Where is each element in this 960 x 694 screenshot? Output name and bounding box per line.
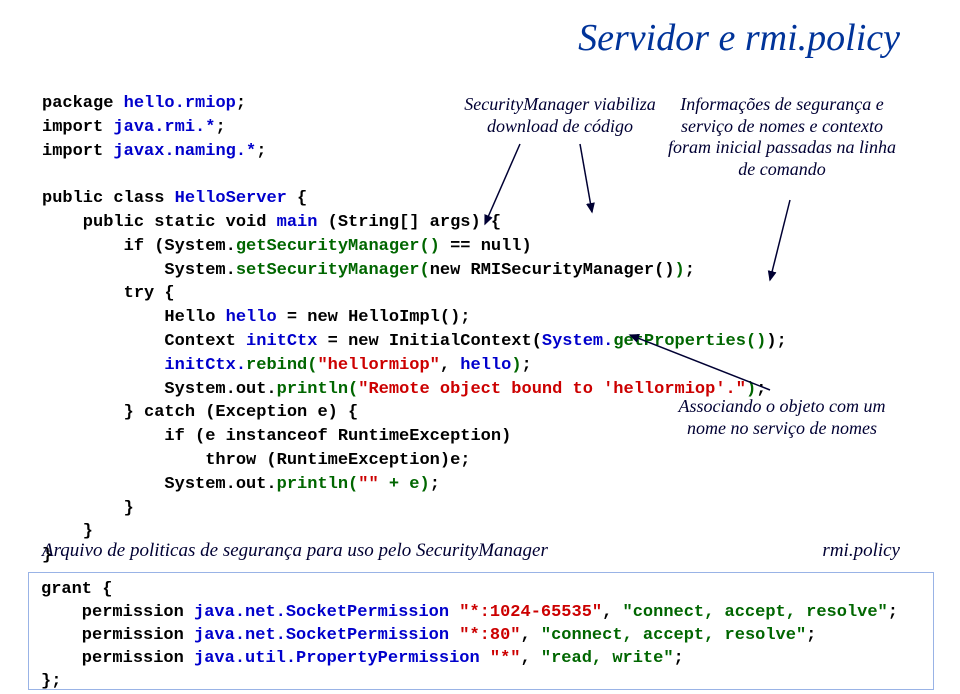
code-text: = new InitialContext( <box>317 332 541 351</box>
code-text: System. <box>42 261 236 280</box>
code-text: = new HelloImpl(); <box>277 308 471 327</box>
code-text: permission <box>41 603 194 622</box>
code-text: hello.rmiop <box>124 94 236 113</box>
code-text: ; <box>888 603 898 622</box>
code-text: hello <box>460 356 511 375</box>
code-text: Hello <box>42 308 226 327</box>
code-text: "*:80" <box>459 626 520 645</box>
annotation-security-manager: SecurityManager viabiliza download de có… <box>440 94 680 137</box>
code-text: ; <box>215 118 225 137</box>
code-text <box>480 649 490 668</box>
code-text: == null) <box>440 237 532 256</box>
code-text <box>42 356 164 375</box>
code-text: initCtx <box>246 332 317 351</box>
code-text: java.util.PropertyPermission <box>194 649 480 668</box>
code-text: new RMISecurityManager() <box>430 261 675 280</box>
policy-code-box: grant { permission java.net.SocketPermis… <box>28 572 934 690</box>
code-text: , <box>521 649 541 668</box>
code-text: rebind( <box>246 356 317 375</box>
code-text: import <box>42 118 113 137</box>
code-text: public static void <box>42 213 277 232</box>
rmipolicy-label: rmi.policy <box>822 540 900 562</box>
code-text: throw (RuntimeException)e; <box>42 451 470 470</box>
code-text: println( <box>277 380 359 399</box>
code-text: } catch (Exception e) { <box>42 403 358 422</box>
code-text: public class <box>42 189 175 208</box>
code-text: Context <box>42 332 246 351</box>
code-text: "connect, accept, resolve" <box>623 603 888 622</box>
code-text: "*" <box>490 649 521 668</box>
code-text: "connect, accept, resolve" <box>541 626 806 645</box>
code-text: try { <box>42 284 175 303</box>
code-text: javax.naming.* <box>113 142 256 161</box>
code-text: ) <box>675 261 685 280</box>
code-text: grant { <box>41 580 112 599</box>
code-text <box>449 626 459 645</box>
code-text: permission <box>41 626 194 645</box>
code-text: initCtx. <box>164 356 246 375</box>
code-text: ; <box>806 626 816 645</box>
code-text: ; <box>256 142 266 161</box>
code-text: main <box>277 213 318 232</box>
code-text: { <box>287 189 307 208</box>
code-text: (String[] args) { <box>317 213 501 232</box>
code-text: package <box>42 94 124 113</box>
policy-label: Arquivo de politicas de segurança para u… <box>42 540 548 562</box>
code-text: "hellormiop" <box>317 356 439 375</box>
code-text: ; <box>685 261 695 280</box>
slide-title: Servidor e rmi.policy <box>578 16 900 60</box>
code-text: System.out. <box>42 380 277 399</box>
code-text: if (System. <box>42 237 236 256</box>
code-text: import <box>42 142 113 161</box>
code-text: ; <box>430 475 440 494</box>
code-text: + e) <box>379 475 430 494</box>
code-text: "*:1024-65535" <box>459 603 602 622</box>
code-text: ; <box>674 649 684 668</box>
code-text: ; <box>236 94 246 113</box>
code-text: java.net.SocketPermission <box>194 603 449 622</box>
code-text: getProperties() <box>613 332 766 351</box>
annotation-info-security: Informações de segurança e serviço de no… <box>662 94 902 180</box>
code-text: }; <box>41 672 61 691</box>
code-text <box>449 603 459 622</box>
code-text: , <box>521 626 541 645</box>
code-text: if (e instanceof RuntimeException) <box>42 427 511 446</box>
code-text: "" <box>358 475 378 494</box>
code-text: java.rmi.* <box>113 118 215 137</box>
code-text: getSecurityManager() <box>236 237 440 256</box>
code-text: , <box>602 603 622 622</box>
code-text: setSecurityManager( <box>236 261 430 280</box>
code-text: "read, write" <box>541 649 674 668</box>
code-text: ) <box>511 356 521 375</box>
code-text: ); <box>766 332 786 351</box>
code-text: hello <box>226 308 277 327</box>
code-text: System. <box>542 332 613 351</box>
code-text: println( <box>277 475 359 494</box>
annotation-associando: Associando o objeto com um nome no servi… <box>662 396 902 439</box>
code-text: System.out. <box>42 475 277 494</box>
code-text: HelloServer <box>175 189 287 208</box>
code-text: , <box>440 356 460 375</box>
code-text: } <box>42 522 93 541</box>
code-text: ; <box>522 356 532 375</box>
code-text: } <box>42 499 134 518</box>
code-text: java.net.SocketPermission <box>194 626 449 645</box>
code-text: permission <box>41 649 194 668</box>
